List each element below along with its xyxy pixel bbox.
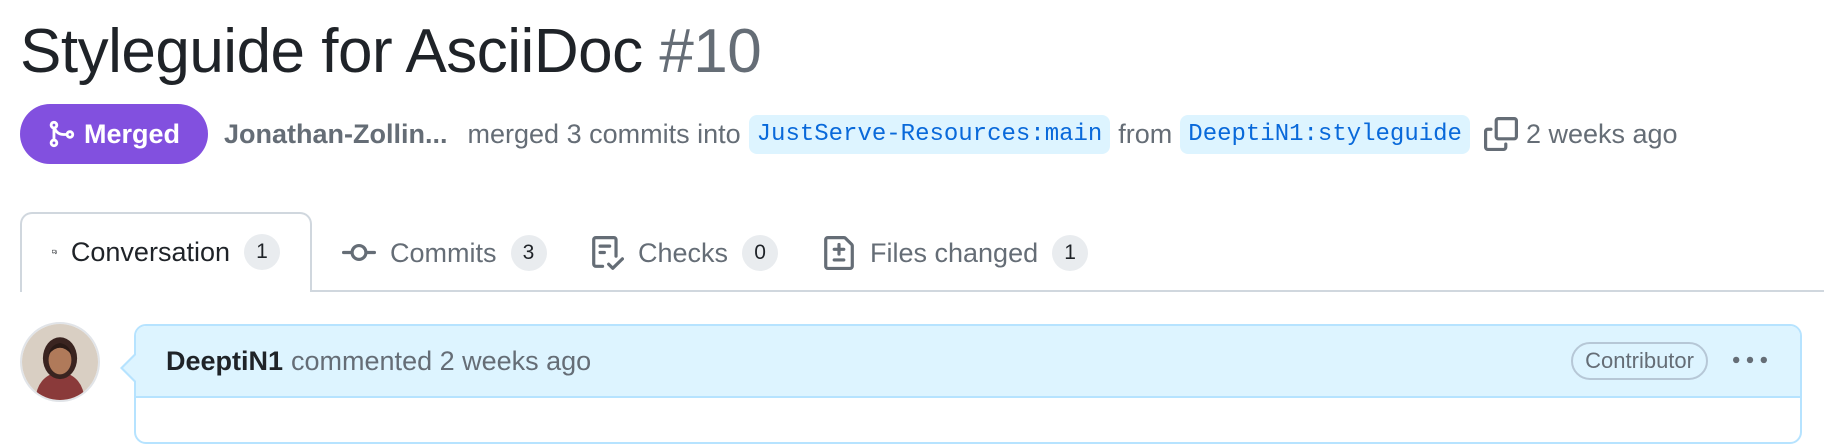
tab-files-changed-count: 1 [1052, 235, 1089, 271]
checklist-icon [592, 236, 624, 270]
base-branch-link[interactable]: JustServe-Resources:main [748, 114, 1111, 154]
comment-author-link[interactable]: DeeptiN1 [166, 346, 283, 377]
merger-author-link[interactable]: Jonathan-Zollin... [224, 119, 448, 150]
tab-conversation[interactable]: Conversation 1 [20, 212, 312, 292]
tab-checks[interactable]: Checks 0 [560, 214, 808, 292]
file-diff-icon [824, 236, 854, 270]
avatar-image [22, 324, 98, 400]
merged-state-label: Merged [84, 118, 181, 149]
tab-checks-label: Checks [638, 237, 729, 268]
comment-actions: Contributor [1571, 342, 1770, 380]
tab-files-changed-label: Files changed [870, 237, 1039, 268]
tab-conversation-label: Conversation [70, 236, 230, 267]
tab-conversation-count: 1 [244, 234, 280, 270]
copy-icon[interactable] [1483, 117, 1518, 151]
comment-timestamp[interactable]: commented 2 weeks ago [291, 346, 591, 377]
avatar[interactable] [20, 322, 100, 402]
merged-state-badge: Merged [20, 104, 209, 164]
pr-title: Styleguide for AsciiDoc #10 [20, 12, 762, 92]
tab-checks-count: 0 [742, 235, 779, 271]
pr-tabs: Conversation 1 Commits 3 Checks 0 Files … [20, 212, 1824, 292]
from-text: from [1118, 118, 1173, 149]
tab-commits-label: Commits [390, 237, 497, 268]
comment-box: DeeptiN1 commented 2 weeks ago Contribut… [120, 324, 1802, 444]
pr-meta: Merged Jonathan-Zollin... merged 3 commi… [20, 104, 1678, 164]
tab-commits-count: 3 [510, 235, 547, 271]
comment-discussion-icon [52, 249, 57, 255]
comment-arrow-inner [123, 354, 137, 382]
pr-number: #10 [659, 17, 762, 86]
pr-title-text: Styleguide for AsciiDoc [20, 17, 643, 86]
git-commit-icon [342, 243, 376, 261]
contributor-badge: Contributor [1571, 342, 1708, 380]
head-branch-link[interactable]: DeeptiN1:styleguide [1180, 114, 1470, 154]
merged-time: 2 weeks ago [1525, 118, 1678, 149]
tab-commits[interactable]: Commits 3 [312, 214, 577, 292]
comment-header: DeeptiN1 commented 2 weeks ago Contribut… [136, 326, 1800, 398]
kebab-horizontal-icon[interactable] [1730, 346, 1770, 376]
tab-files-changed[interactable]: Files changed 1 [792, 214, 1118, 292]
git-merge-icon [49, 120, 75, 148]
merged-commits-text: merged 3 commits into [467, 118, 741, 149]
